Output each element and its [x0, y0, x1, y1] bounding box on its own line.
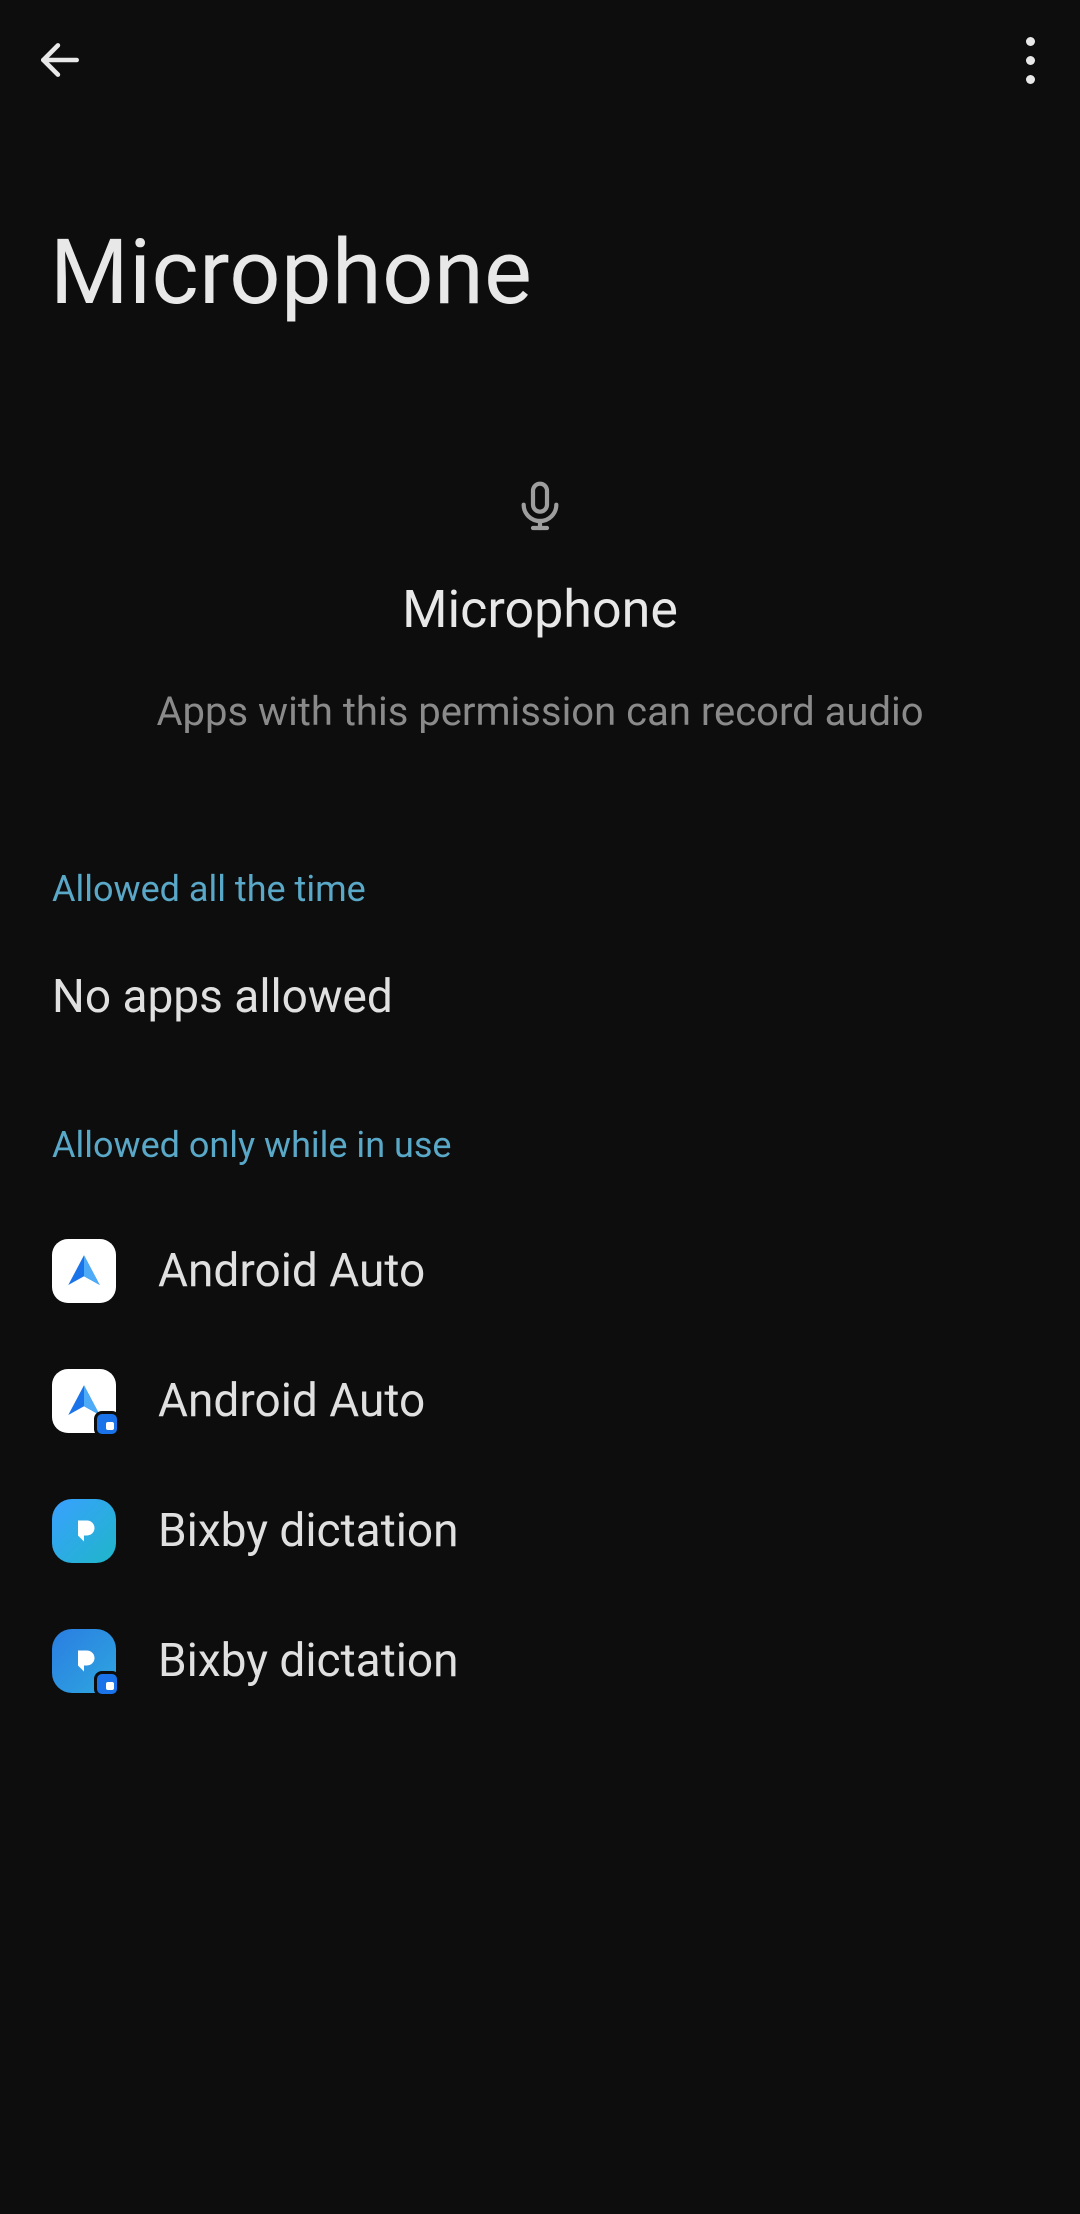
app-name-label: Android Auto [158, 1374, 425, 1428]
section-allowed-all-time: Allowed all the time No apps allowed [0, 868, 1080, 1024]
bixby-icon [52, 1499, 116, 1563]
app-list: Android Auto Android Auto [52, 1206, 1028, 1726]
kebab-dot-icon [1026, 56, 1035, 65]
permission-description: Apps with this permission can record aud… [156, 686, 923, 738]
android-auto-icon [52, 1369, 116, 1433]
app-row-bixby-dictation[interactable]: Bixby dictation [52, 1466, 1028, 1596]
kebab-dot-icon [1026, 75, 1035, 84]
android-auto-icon [52, 1239, 116, 1303]
permission-name: Microphone [402, 579, 678, 640]
section-header-all-time: Allowed all the time [52, 868, 1028, 910]
kebab-dot-icon [1026, 37, 1035, 46]
app-row-android-auto[interactable]: Android Auto [52, 1206, 1028, 1336]
arrow-left-icon [35, 35, 85, 85]
app-name-label: Bixby dictation [158, 1504, 459, 1558]
app-name-label: Android Auto [158, 1244, 425, 1298]
bixby-icon [52, 1629, 116, 1693]
page-title-area: Microphone [0, 120, 1080, 325]
work-profile-badge-icon [94, 1671, 120, 1697]
section-header-in-use: Allowed only while in use [52, 1124, 1028, 1166]
section-allowed-in-use: Allowed only while in use Android Auto [0, 1124, 1080, 1726]
topbar [0, 0, 1080, 120]
more-options-button[interactable] [1000, 30, 1060, 90]
app-row-bixby-dictation-work[interactable]: Bixby dictation [52, 1596, 1028, 1726]
app-name-label: Bixby dictation [158, 1634, 459, 1688]
app-row-android-auto-work[interactable]: Android Auto [52, 1336, 1028, 1466]
page-title: Microphone [50, 220, 1030, 325]
permission-summary: Microphone Apps with this permission can… [0, 475, 1080, 738]
permission-settings-screen: Microphone Microphone Apps with this per… [0, 0, 1080, 2214]
no-apps-allowed-text: No apps allowed [52, 970, 1028, 1024]
back-button[interactable] [30, 30, 90, 90]
microphone-icon [508, 475, 572, 539]
work-profile-badge-icon [94, 1411, 120, 1437]
